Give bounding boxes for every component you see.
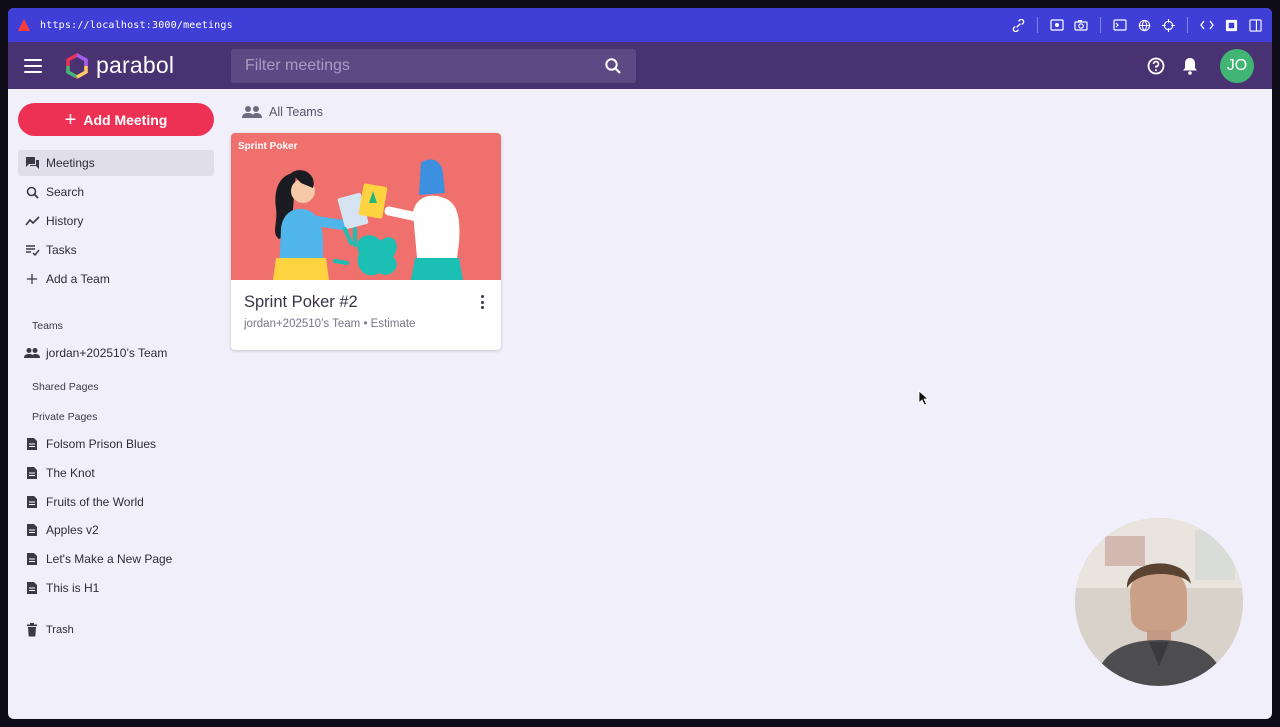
shared-pages-label: Shared Pages [32,381,99,393]
app-window: https://localhost:3000/meetings parabol … [8,8,1272,719]
sidebar: + Add Meeting Meetings Search History Ta… [8,89,222,719]
sidebar-item-label: Apples v2 [46,523,99,537]
sidebar-page-item[interactable]: The Knot [18,460,214,486]
sidebar-item-trash[interactable]: Trash [18,617,214,643]
sidebar-toggle-icon[interactable] [1248,18,1262,32]
search-icon[interactable] [604,57,622,75]
sidebar-item-team[interactable]: jordan+202510’s Team [18,340,214,366]
app-header: parabol JO [8,42,1272,89]
screencast-icon[interactable] [1050,18,1064,32]
sidebar-page-item[interactable]: This is H1 [18,575,214,601]
sidebar-item-search[interactable]: Search [18,179,214,205]
team-filter-label: All Teams [269,105,323,119]
divider [1187,17,1188,33]
document-icon [24,580,40,596]
mouse-cursor-icon [918,390,930,406]
divider [1100,17,1101,33]
meeting-card-illustration: Sprint Poker [231,133,501,280]
camera-icon[interactable] [1074,18,1088,32]
sidebar-item-label: Meetings [46,156,95,170]
filter-meetings-input[interactable] [245,57,604,75]
teams-section-label: Teams [32,320,63,332]
playlist-check-icon [24,242,40,258]
meeting-type-tag: Sprint Poker [238,141,298,152]
sidebar-page-item[interactable]: Fruits of the World [18,489,214,515]
notification-bell-icon[interactable] [1180,56,1200,76]
sidebar-item-meetings[interactable]: Meetings [18,150,214,176]
add-meeting-button[interactable]: + Add Meeting [18,103,214,136]
group-icon [242,106,262,118]
private-pages-label: Private Pages [32,411,98,423]
sidebar-page-item[interactable]: Folsom Prison Blues [18,431,214,457]
parabol-logo-icon [66,52,88,79]
header-actions: JO [1146,42,1254,89]
sidebar-item-label: History [46,214,84,228]
sprint-poker-illustration [273,159,463,280]
code-icon[interactable] [1200,18,1214,32]
meeting-title[interactable]: Sprint Poker #2 [244,293,358,312]
plus-icon [24,271,40,287]
sidebar-page-item[interactable]: Apples v2 [18,517,214,543]
filter-meetings-search [231,49,636,83]
search-icon [24,184,40,200]
webcam-overlay [1075,518,1243,686]
browser-url-bar: https://localhost:3000/meetings [8,8,1272,42]
help-icon[interactable] [1146,56,1166,76]
meeting-card[interactable]: Sprint Poker Sprint Poker #2 jordan+2025… [231,133,501,350]
user-avatar[interactable]: JO [1220,48,1254,83]
extension-icon[interactable] [1224,18,1238,32]
sidebar-item-history[interactable]: History [18,208,214,234]
sidebar-item-add-team[interactable]: Add a Team [18,266,214,292]
sidebar-item-label: The Knot [46,466,95,480]
brand-logo[interactable]: parabol [64,52,174,79]
forum-icon [24,155,40,171]
sidebar-item-label: This is H1 [46,581,100,595]
sidebar-item-label: Search [46,185,85,199]
divider [1037,17,1038,33]
sidebar-item-label: Add a Team [46,272,110,286]
document-icon [24,494,40,510]
sidebar-item-label: Tasks [46,243,77,257]
sidebar-item-label: jordan+202510’s Team [46,346,168,360]
link-icon[interactable] [1011,18,1025,32]
warning-icon [18,19,30,31]
hamburger-menu-icon[interactable] [24,58,42,73]
browser-tools [1011,17,1262,33]
meeting-subtitle: jordan+202510’s Team • Estimate [244,318,416,330]
crosshair-icon[interactable] [1161,18,1175,32]
sidebar-item-label: Let's Make a New Page [46,552,173,566]
terminal-icon[interactable] [1113,18,1127,32]
more-options-icon[interactable] [477,295,487,309]
timeline-icon [24,213,40,229]
sidebar-item-label: Trash [46,624,74,636]
globe-icon[interactable] [1137,18,1151,32]
presenter-video-image [1075,518,1243,686]
sidebar-item-label: Fruits of the World [46,495,144,509]
team-filter[interactable]: All Teams [242,105,323,119]
trash-icon [24,622,40,638]
brand-name: parabol [96,52,175,78]
document-icon [24,436,40,452]
document-icon [24,522,40,538]
add-meeting-label: Add Meeting [83,111,168,128]
sidebar-item-tasks[interactable]: Tasks [18,237,214,263]
document-icon [24,551,40,567]
document-icon [24,465,40,481]
group-icon [24,345,40,361]
sidebar-page-item[interactable]: Let's Make a New Page [18,546,214,572]
sidebar-item-label: Folsom Prison Blues [46,437,157,451]
url-text[interactable]: https://localhost:3000/meetings [40,20,233,31]
plus-icon: + [64,108,77,131]
